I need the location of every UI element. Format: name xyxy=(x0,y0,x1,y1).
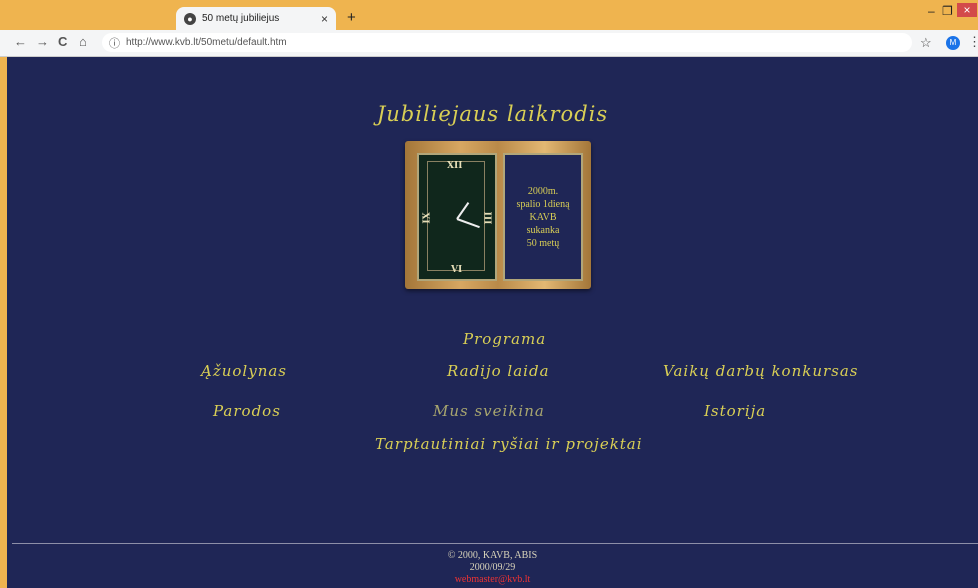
info-icon[interactable]: ⓘ xyxy=(109,35,120,51)
minimize-icon[interactable]: – xyxy=(928,4,935,18)
browser-window: ● 50 metų jubiliejus × + – ❐ × ← → C ⌂ ⓘ… xyxy=(0,0,978,588)
globe-icon: ● xyxy=(184,12,196,25)
url-field[interactable]: ⓘ http://www.kvb.lt/50metu/default.htm xyxy=(102,33,912,52)
numeral-vi: VI xyxy=(451,265,463,275)
tab-title: 50 metų jubiliejus xyxy=(202,13,280,24)
link-parodos[interactable]: Parodos xyxy=(213,402,281,420)
book-text-line: KAVB xyxy=(529,211,557,223)
window-border xyxy=(0,0,7,588)
link-radijo-laida[interactable]: Radijo laida xyxy=(447,362,550,380)
link-vaiku-darbu-konkursas[interactable]: Vaikų darbų konkursas xyxy=(663,362,859,380)
footer-date: 2000/09/29 xyxy=(469,562,516,573)
restore-icon[interactable]: ❐ xyxy=(942,4,953,18)
address-bar: ← → C ⌂ ⓘ http://www.kvb.lt/50metu/defau… xyxy=(0,30,978,57)
reload-icon[interactable]: C xyxy=(58,34,67,49)
page-content: Jubiliejaus laikrodis XII III VI IX 2000… xyxy=(7,57,978,588)
footer-copyright: © 2000, KAVB, ABIS xyxy=(447,550,538,561)
browser-tab[interactable]: ● 50 metų jubiliejus × xyxy=(176,7,336,30)
tab-close-icon[interactable]: × xyxy=(321,12,328,26)
link-azuolynas[interactable]: Ąžuolynas xyxy=(201,362,287,380)
link-istorija[interactable]: Istorija xyxy=(704,402,766,420)
profile-avatar[interactable]: M xyxy=(946,36,960,50)
book-text-line: sukanka xyxy=(526,224,560,236)
clock-book-image: XII III VI IX 2000m. spalio 1dieną KAVB … xyxy=(405,141,591,289)
anniversary-panel: 2000m. spalio 1dieną KAVB sukanka 50 met… xyxy=(503,153,583,281)
bookmark-star-icon[interactable]: ☆ xyxy=(920,35,932,51)
clock-frame xyxy=(427,161,485,271)
link-mus-sveikina[interactable]: Mus sveikina xyxy=(433,402,545,420)
book-text-line: 50 metų xyxy=(526,237,560,249)
url-text: http://www.kvb.lt/50metu/default.htm xyxy=(126,37,287,48)
numeral-iii: III xyxy=(481,211,492,225)
book-text-line: spalio 1dieną xyxy=(516,198,570,210)
page-title: Jubiliejaus laikrodis xyxy=(376,102,609,126)
footer-divider xyxy=(12,543,978,544)
home-icon[interactable]: ⌂ xyxy=(79,34,87,49)
forward-icon[interactable]: → xyxy=(36,34,49,49)
numeral-ix: IX xyxy=(422,212,433,224)
new-tab-icon[interactable]: + xyxy=(347,9,356,26)
tab-strip: ● 50 metų jubiliejus × + – ❐ × xyxy=(0,0,978,30)
back-icon[interactable]: ← xyxy=(14,34,27,49)
clock-face: XII III VI IX xyxy=(417,153,497,281)
window-close-icon[interactable]: × xyxy=(957,3,977,17)
link-tarptautiniai-rysiai[interactable]: Tarptautiniai ryšiai ir projektai xyxy=(375,435,643,453)
link-programa[interactable]: Programa xyxy=(463,330,546,348)
menu-icon[interactable]: ⋮ xyxy=(968,34,978,50)
book-text-line: 2000m. xyxy=(527,185,559,197)
numeral-xii: XII xyxy=(447,161,463,171)
footer-email-link[interactable]: webmaster@kvb.lt xyxy=(7,574,978,585)
